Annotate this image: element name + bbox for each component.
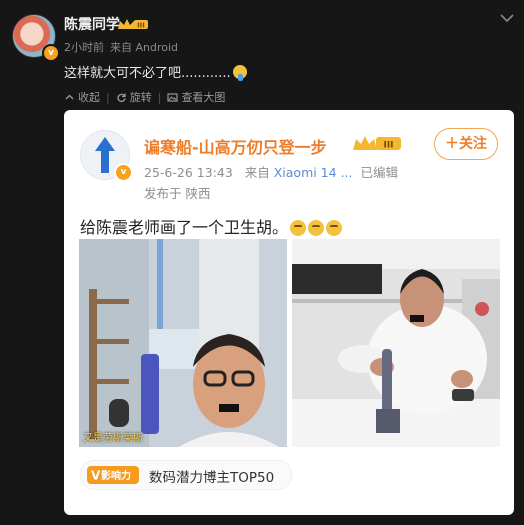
collapse-icon: [65, 94, 74, 99]
image-view-icon: [167, 92, 179, 102]
influence-logo-text: 影响力: [101, 469, 131, 482]
emoji-icon: [290, 220, 307, 236]
post-text-content: 这样就大可不必了吧............: [64, 66, 231, 81]
emoji-icon: [232, 65, 247, 81]
emoji-icon: [326, 220, 343, 236]
rotate-icon: [117, 93, 126, 102]
collapse-label: 收起: [78, 91, 100, 104]
repost-text-content: 给陈震老师画了一个卫生胡。: [80, 218, 289, 237]
influence-badge[interactable]: V 影响力 数码潜力博主TOP50: [80, 460, 292, 490]
member-level: III: [137, 22, 145, 30]
repost-text: 给陈震老师画了一个卫生胡。: [80, 214, 343, 238]
post-source: 来自 Android: [110, 41, 179, 54]
edited-label[interactable]: 已编辑: [360, 165, 398, 180]
repost-date[interactable]: 25-6-26 13:43: [144, 165, 233, 180]
emoji-icon: [308, 220, 325, 236]
more-options-icon[interactable]: [498, 12, 516, 24]
photo-man-kitchen: [292, 239, 500, 447]
follow-button[interactable]: ＋关注: [434, 128, 498, 160]
member-level: III: [383, 141, 393, 151]
repost-image-2[interactable]: [292, 239, 500, 447]
follow-label: 关注: [459, 136, 487, 152]
action-divider: |: [106, 90, 110, 104]
plus-icon: ＋: [445, 136, 459, 152]
verified-badge-icon: v: [114, 163, 133, 182]
repost-location: 发布于 陕西: [144, 186, 211, 201]
view-large-label: 查看大图: [181, 91, 226, 104]
repost-image-1[interactable]: 又是劳斯莱斯: [79, 239, 287, 447]
action-divider: |: [157, 90, 162, 104]
repost-card[interactable]: v 谝寒船-山高万仞只登一步 III ＋关注 25-6-26 13:43 来自 …: [64, 110, 514, 515]
image-caption: 又是劳斯莱斯: [83, 433, 143, 444]
source-prefix: 来自: [244, 165, 270, 180]
influence-logo-icon: V 影响力: [87, 466, 139, 484]
verified-badge-icon: v: [42, 44, 60, 62]
repost-meta: 25-6-26 13:43 来自 Xiaomi 14 ... 已编辑: [144, 162, 398, 181]
svg-text:V: V: [91, 469, 101, 483]
member-crown-icon[interactable]: III: [117, 17, 149, 31]
view-large-button[interactable]: 查看大图: [167, 89, 225, 105]
post-text: 这样就大可不必了吧............: [64, 62, 247, 81]
rotate-button[interactable]: 旋转: [116, 89, 152, 105]
post-username[interactable]: 陈震同学: [64, 14, 120, 34]
repost-username[interactable]: 谝寒船-山高万仞只登一步: [144, 134, 327, 158]
post-meta: 2小时前 来自 Android: [64, 39, 184, 55]
photo-man-glasses: [79, 239, 287, 447]
member-crown-icon[interactable]: III: [352, 134, 402, 152]
image-actions-bar: 收起 | 旋转 | 查看大图: [64, 89, 225, 105]
rotate-label: 旋转: [129, 91, 152, 104]
collapse-button[interactable]: 收起: [64, 89, 100, 105]
repost-source[interactable]: Xiaomi 14 ...: [274, 165, 353, 180]
influence-text: 数码潜力博主TOP50: [149, 470, 275, 486]
post-time[interactable]: 2小时前: [64, 41, 104, 54]
